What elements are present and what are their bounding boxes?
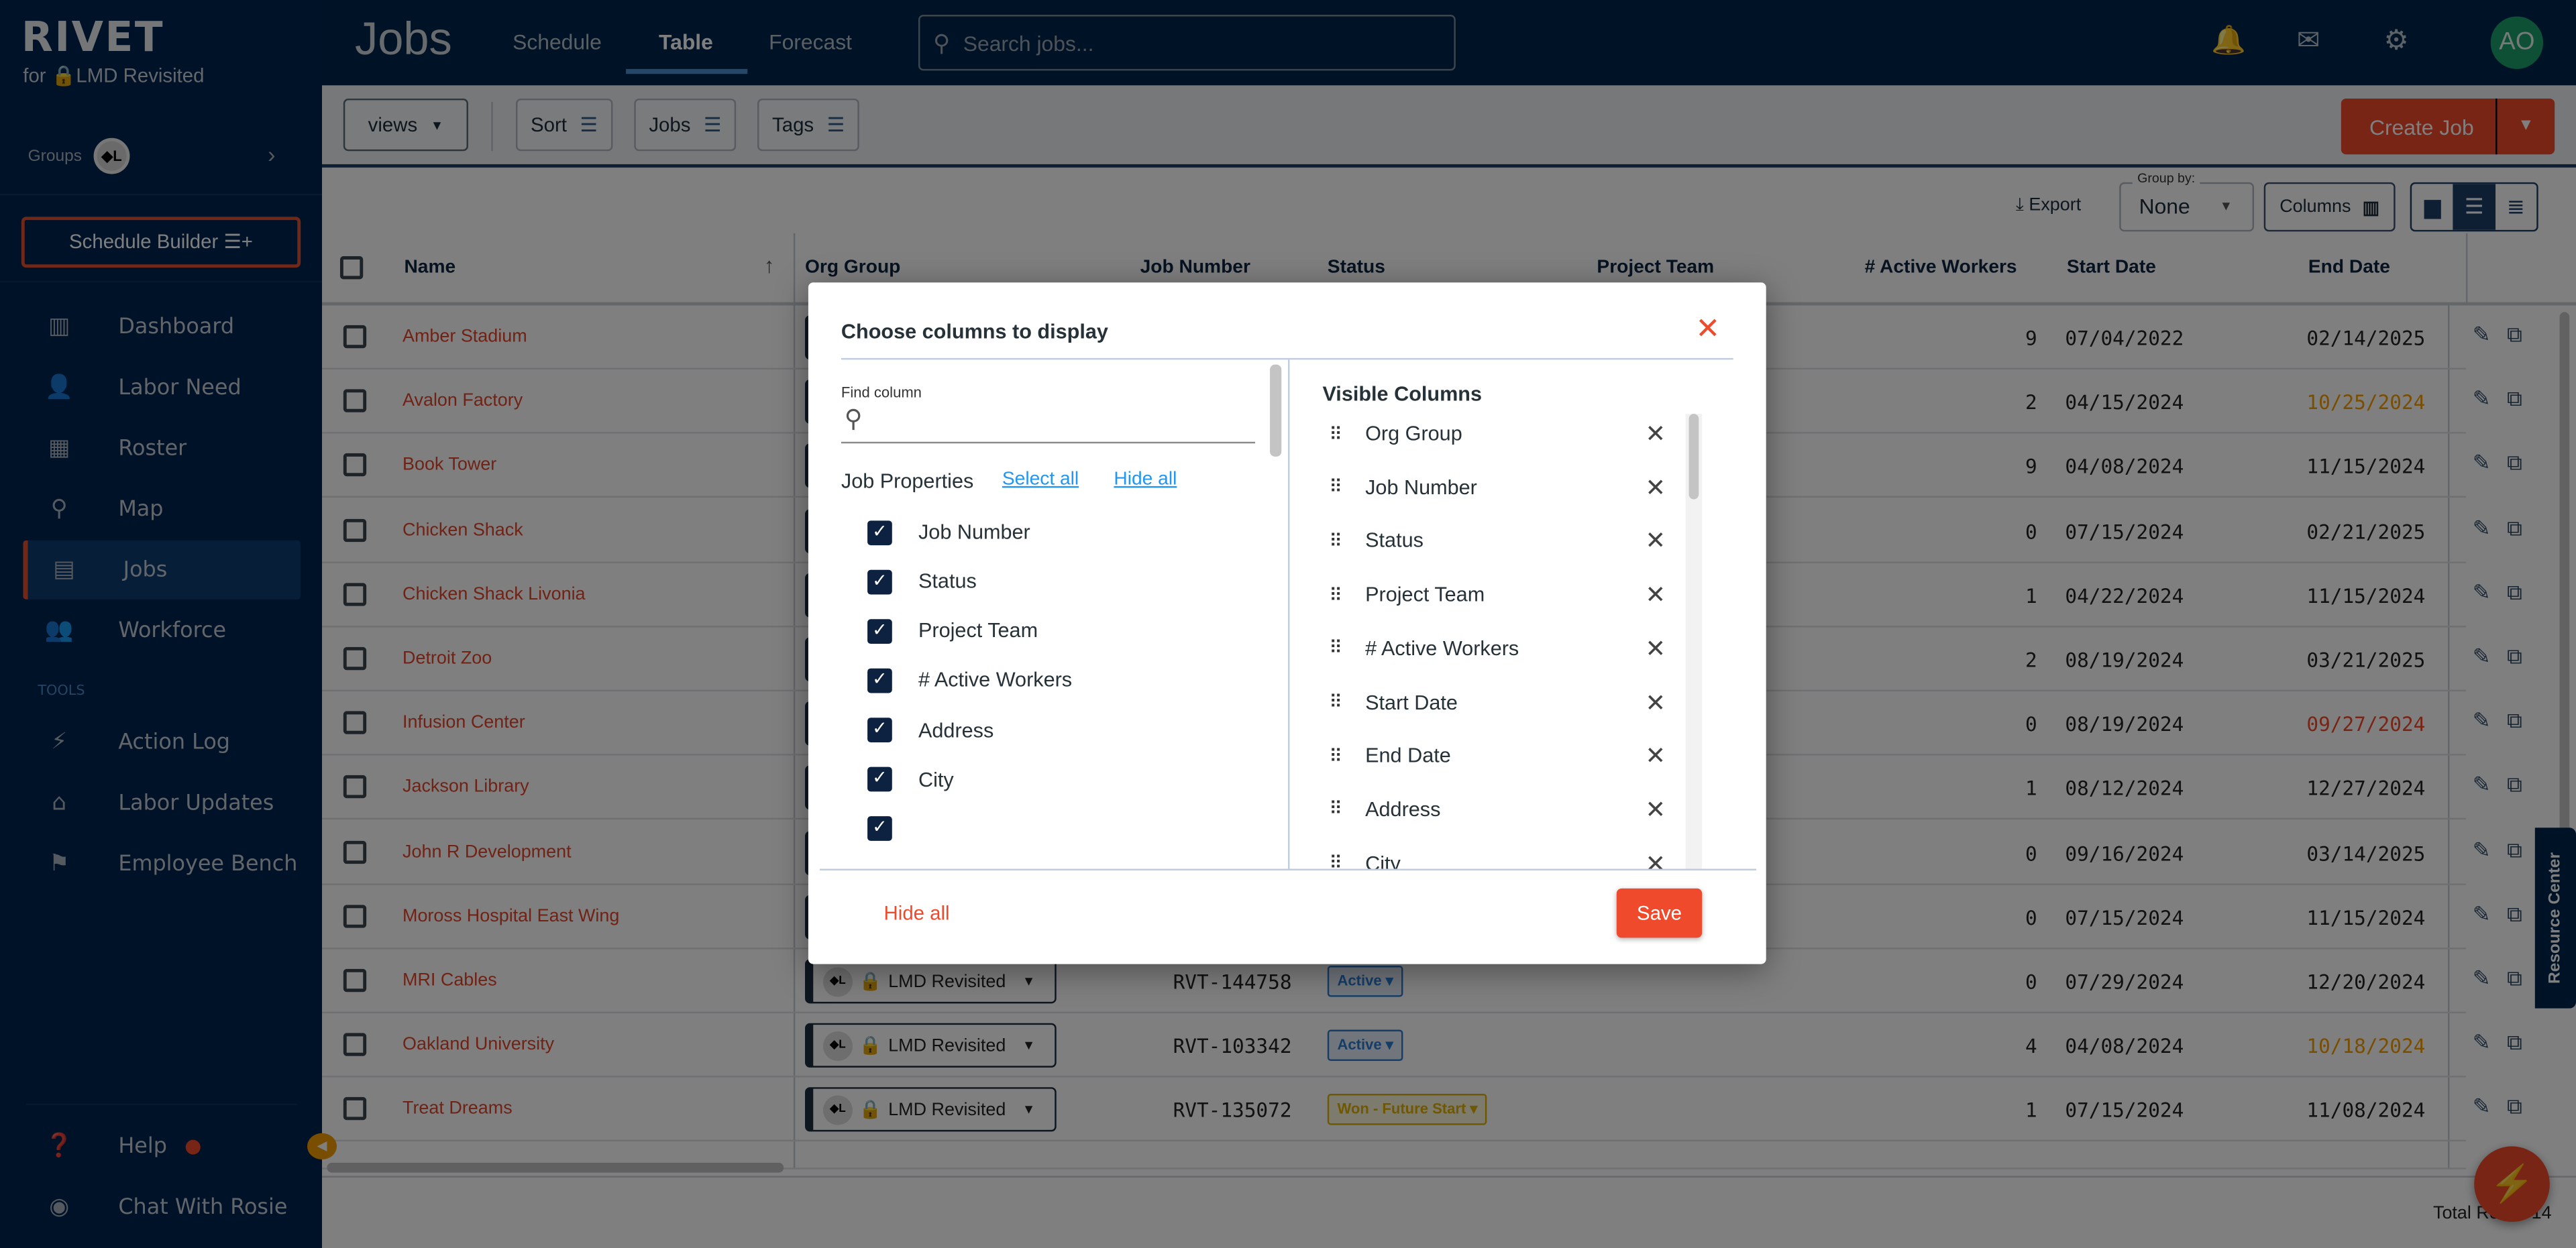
dialog-title: Choose columns to display	[841, 320, 1108, 343]
visible-column-item[interactable]: ⠿ Project Team ✕	[1329, 578, 1666, 611]
hide-all-button[interactable]: Hide all	[884, 902, 950, 925]
visible-column-label: Status	[1365, 529, 1424, 553]
visible-column-label: Project Team	[1365, 583, 1485, 606]
drag-handle-icon[interactable]: ⠿	[1329, 852, 1365, 870]
remove-column-icon[interactable]: ✕	[1645, 795, 1666, 824]
choose-columns-dialog: Choose columns to display ✕ Find column …	[808, 282, 1766, 964]
drag-handle-icon[interactable]: ⠿	[1329, 530, 1365, 551]
drag-handle-icon[interactable]: ⠿	[1329, 477, 1365, 498]
drag-handle-icon[interactable]: ⠿	[1329, 745, 1365, 767]
visible-column-label: Start Date	[1365, 690, 1458, 714]
visible-column-item[interactable]: ⠿ Address ✕	[1329, 793, 1666, 826]
save-button[interactable]: Save	[1616, 888, 1703, 938]
visible-column-item[interactable]: ⠿ Status ✕	[1329, 524, 1666, 557]
visible-column-item[interactable]: ⠿ Org Group ✕	[1329, 417, 1666, 450]
visible-column-label: # Active Workers	[1365, 636, 1519, 661]
visible-column-label: Job Number	[1365, 475, 1477, 499]
drag-handle-icon[interactable]: ⠿	[1329, 691, 1365, 712]
remove-column-icon[interactable]: ✕	[1645, 687, 1666, 717]
drag-handle-icon[interactable]: ⠿	[1329, 799, 1365, 820]
visible-column-item[interactable]: ⠿ # Active Workers ✕	[1329, 632, 1666, 665]
find-column-label: Find column	[841, 384, 922, 401]
remove-column-icon[interactable]: ✕	[1645, 580, 1666, 610]
drag-handle-icon[interactable]: ⠿	[1329, 638, 1365, 659]
remove-column-icon[interactable]: ✕	[1645, 526, 1666, 556]
remove-column-icon[interactable]: ✕	[1645, 418, 1666, 449]
drag-handle-icon[interactable]: ⠿	[1329, 584, 1365, 605]
visible-column-label: City	[1365, 852, 1401, 870]
remove-column-icon[interactable]: ✕	[1645, 848, 1666, 870]
divider	[820, 868, 1756, 870]
visible-column-item[interactable]: ⠿ City ✕	[1329, 847, 1666, 870]
visible-column-item[interactable]: ⠿ End Date ✕	[1329, 740, 1666, 773]
visible-columns-heading: Visible Columns	[1322, 382, 1483, 406]
close-icon[interactable]: ✕	[1695, 314, 1720, 343]
visible-columns-list: ⠿ Org Group ✕ ⠿ Job Number ✕ ⠿ Status ✕ ⠿ Project …	[808, 414, 1766, 870]
visible-column-label: Org Group	[1365, 422, 1462, 445]
remove-column-icon[interactable]: ✕	[1645, 634, 1666, 663]
remove-column-icon[interactable]: ✕	[1645, 473, 1666, 502]
visible-column-item[interactable]: ⠿ Start Date ✕	[1329, 685, 1666, 718]
visible-column-label: End Date	[1365, 744, 1451, 768]
remove-column-icon[interactable]: ✕	[1645, 741, 1666, 771]
divider	[841, 357, 1733, 360]
visible-column-item[interactable]: ⠿ Job Number ✕	[1329, 471, 1666, 504]
drag-handle-icon[interactable]: ⠿	[1329, 423, 1365, 444]
visible-column-label: Address	[1365, 797, 1441, 821]
